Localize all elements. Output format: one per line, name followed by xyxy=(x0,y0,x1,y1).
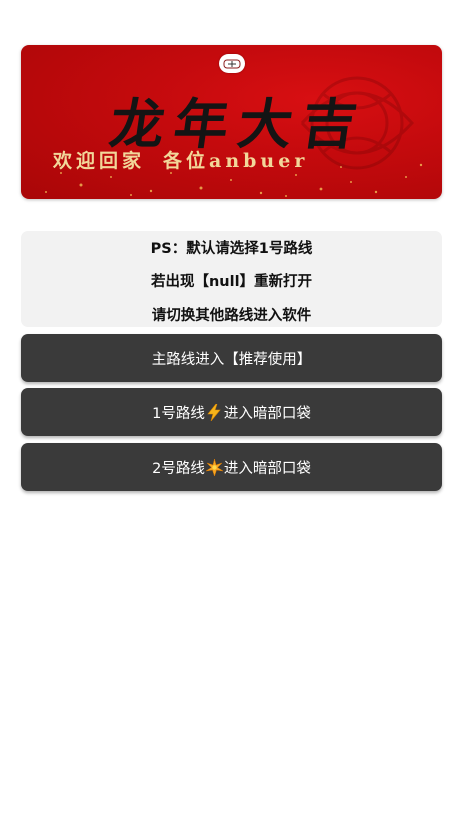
app-screen: 龙年大吉 欢迎回家 各位anbuer PS：默认请选择1号路线 若出现【null】… xyxy=(0,0,463,823)
lightning-icon xyxy=(206,403,223,421)
banner-subtitle-right: 各位anbuer xyxy=(163,150,309,172)
route-2-button[interactable]: 2号路线 进入暗部口袋 xyxy=(21,443,442,491)
route-1-suffix: 进入暗部口袋 xyxy=(223,405,311,422)
app-logo-icon xyxy=(219,54,245,73)
main-route-label: 主路线进入【推荐使用】 xyxy=(151,351,312,368)
notice-card: PS：默认请选择1号路线 若出现【null】重新打开 请切换其他路线进入软件 xyxy=(21,231,442,327)
main-route-button[interactable]: 主路线进入【推荐使用】 xyxy=(21,334,442,382)
banner-subtitle: 欢迎回家 各位anbuer xyxy=(53,146,308,173)
route-2-prefix: 2号路线 xyxy=(152,460,205,477)
new-year-banner: 龙年大吉 欢迎回家 各位anbuer xyxy=(21,45,442,199)
route-2-suffix: 进入暗部口袋 xyxy=(223,460,311,477)
notice-line-2: 若出现【null】重新打开 xyxy=(150,274,313,290)
route-1-prefix: 1号路线 xyxy=(152,405,205,422)
banner-subtitle-left: 欢迎回家 xyxy=(53,150,146,172)
route-1-button[interactable]: 1号路线 进入暗部口袋 xyxy=(21,388,442,436)
notice-line-1: PS：默认请选择1号路线 xyxy=(150,241,313,257)
sparkle-burst-icon xyxy=(205,458,223,476)
notice-line-3: 请切换其他路线进入软件 xyxy=(151,308,312,324)
